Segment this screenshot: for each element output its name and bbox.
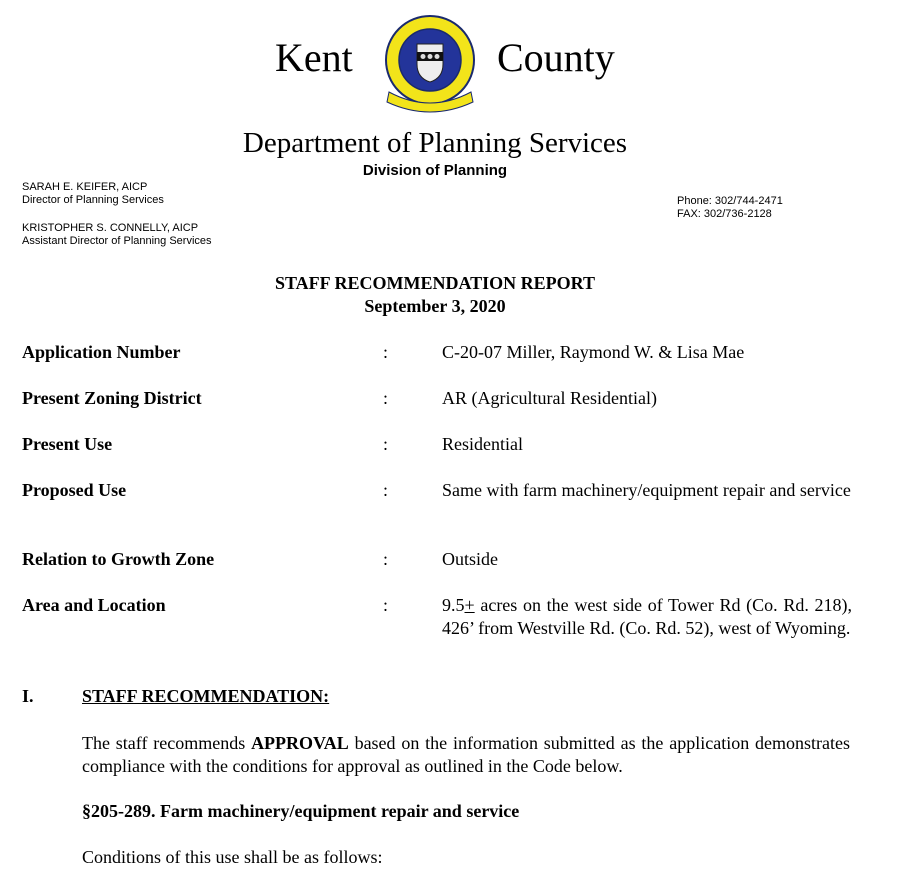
report-title: STAFF RECOMMENDATION REPORT — [274, 273, 596, 293]
fax: FAX: 302/736-2128 — [677, 208, 772, 220]
field-value: C-20-07 Miller, Raymond W. & Lisa Mae — [442, 342, 745, 362]
contact-2: KRISTOPHER S. CONNELLY, AICP Assistant D… — [22, 222, 212, 248]
conditions-text: Conditions of this use shall be as follo… — [82, 847, 383, 867]
field-value: Same with farm machinery/equipment repai… — [442, 480, 851, 500]
colon: : — [383, 434, 389, 454]
field-value: Residential — [442, 434, 523, 454]
colon: : — [383, 595, 389, 615]
header-kent: Kent — [275, 35, 353, 80]
header-county: County — [497, 35, 615, 80]
department-title: Department of Planning Services — [242, 127, 628, 159]
section-number: I. — [22, 686, 34, 706]
value-part: 9.5 — [442, 595, 465, 615]
field-value: Outside — [442, 549, 498, 569]
phone-fax: Phone: 302/744-2471 FAX: 302/736-2128 — [677, 195, 783, 221]
field-value: AR (Agricultural Residential) — [442, 388, 657, 408]
contact-name: KRISTOPHER S. CONNELLY, AICP — [22, 222, 199, 234]
contact-title: Assistant Director of Planning Services — [22, 235, 212, 247]
county-seal-logo — [385, 15, 475, 113]
recommendation-paragraph: The staff recommends APPROVAL based on t… — [82, 732, 850, 778]
colon: : — [383, 480, 389, 500]
code-heading: §205-289. Farm machinery/equipment repai… — [82, 801, 520, 821]
colon: : — [383, 388, 389, 408]
report-date: September 3, 2020 — [364, 296, 506, 316]
contact-name: SARAH E. KEIFER, AICP — [22, 181, 148, 193]
plus-minus: + — [464, 595, 475, 615]
contact-1: SARAH E. KEIFER, AICP Director of Planni… — [22, 181, 164, 207]
field-label: Present Zoning District — [22, 388, 202, 408]
section-heading: STAFF RECOMMENDATION: — [82, 686, 330, 706]
division-title: Division of Planning — [362, 162, 508, 179]
field-label: Relation to Growth Zone — [22, 549, 215, 569]
field-label: Area and Location — [22, 595, 166, 615]
value-part: acres on the west side of Tower Rd (Co. … — [442, 595, 852, 638]
phone: Phone: 302/744-2471 — [677, 195, 783, 207]
text: The staff recommends — [82, 733, 252, 753]
field-label: Present Use — [22, 434, 113, 454]
colon: : — [383, 342, 389, 362]
field-value: 9.5+ acres on the west side of Tower Rd … — [442, 594, 852, 640]
field-label: Proposed Use — [22, 480, 127, 500]
field-label: Application Number — [22, 342, 181, 362]
contact-title: Director of Planning Services — [22, 194, 164, 206]
colon: : — [383, 549, 389, 569]
approval-text: APPROVAL — [251, 733, 349, 753]
